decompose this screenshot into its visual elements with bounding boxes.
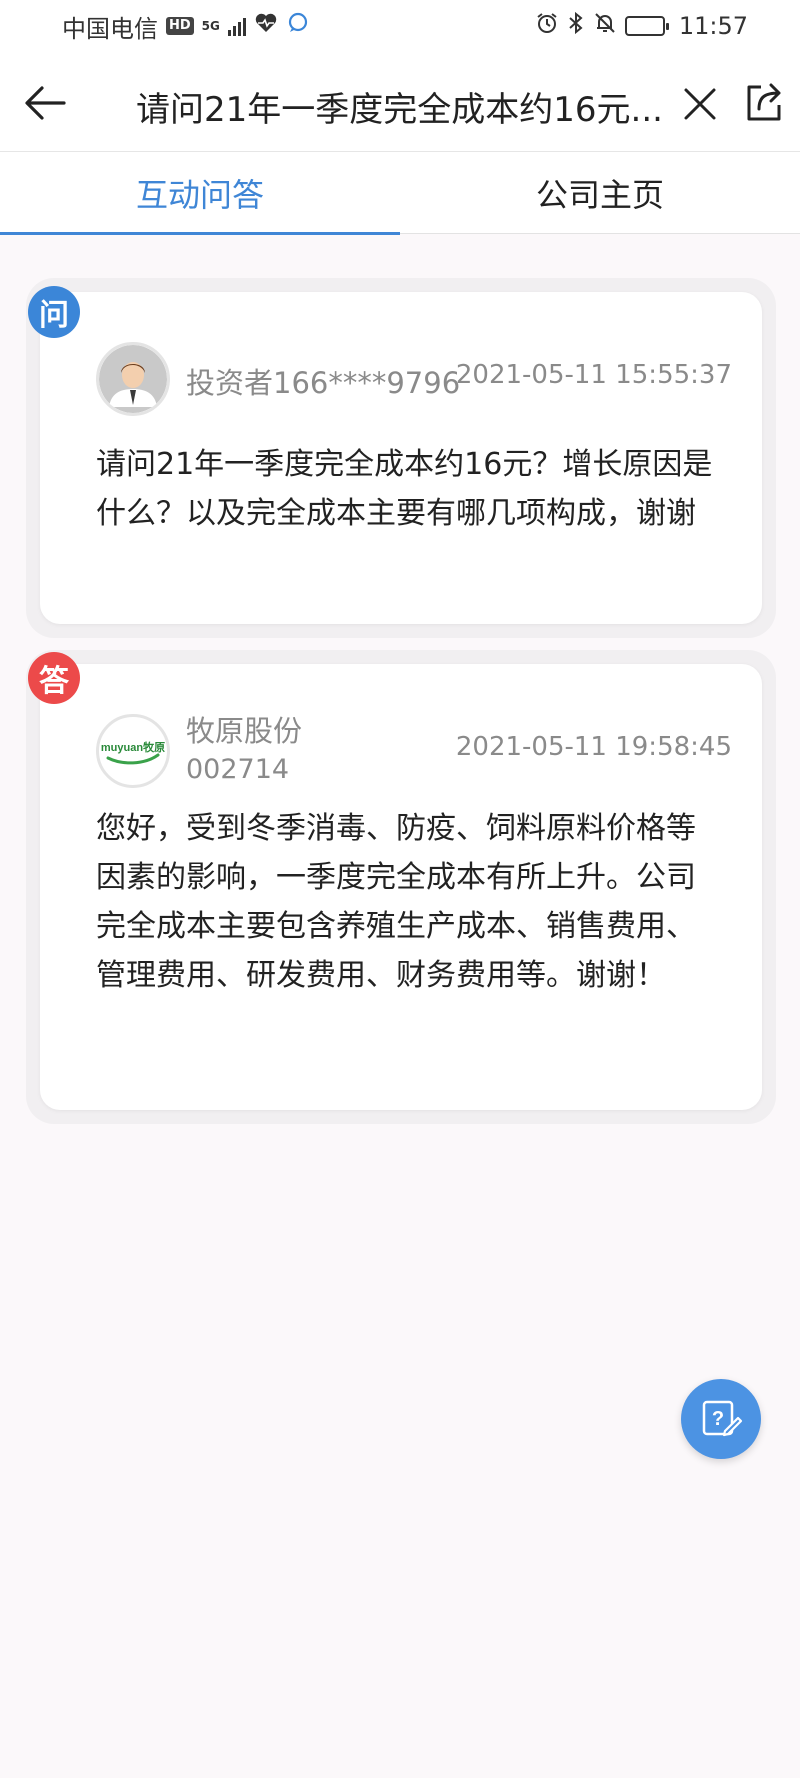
mute-bell-icon xyxy=(593,11,617,41)
question-text: 请问21年一季度完全成本约16元？增长原因是什么？以及完全成本主要有哪几项构成，… xyxy=(96,447,713,531)
edit-question-icon: ? xyxy=(702,1400,743,1437)
carrier-label: 中国电信 xyxy=(62,14,158,43)
company-logo: muyuan牧原 xyxy=(96,714,170,788)
svg-text:?: ? xyxy=(712,1408,724,1430)
status-right: 11:57 xyxy=(535,11,748,41)
svg-text:muyuan牧原: muyuan牧原 xyxy=(101,740,165,754)
tab-company-home[interactable]: 公司主页 xyxy=(400,152,800,234)
hd-icon: HD xyxy=(166,17,194,35)
answer-timestamp: 2021-05-11 19:58:45 xyxy=(455,732,732,762)
question-timestamp: 2021-05-11 15:55:37 xyxy=(455,360,732,390)
muyuan-logo-icon: muyuan牧原 xyxy=(101,740,165,765)
question-badge: 问 xyxy=(28,286,80,338)
close-icon xyxy=(684,88,716,120)
stock-code: 002714 xyxy=(186,754,290,785)
answer-text: 您好，受到冬季消毒、防疫、饲料原料价格等因素的影响，一季度完全成本有所上升。公司… xyxy=(96,811,696,993)
answer-badge: 答 xyxy=(28,652,80,704)
alarm-icon xyxy=(535,11,559,41)
chat-bubble-icon xyxy=(286,12,310,40)
tab-qa[interactable]: 互动问答 xyxy=(0,152,400,235)
bluetooth-icon xyxy=(567,11,585,41)
answer-card-wrapper: muyuan牧原 牧原股份 002714 2021-05-11 19:58:45… xyxy=(26,650,776,1124)
back-button[interactable] xyxy=(20,80,70,126)
company-name: 牧原股份 xyxy=(186,714,303,748)
heart-rate-icon xyxy=(254,12,278,40)
status-left: 中国电信 HD 5G xyxy=(62,9,310,44)
page-title: 请问21年一季度完全成本约16元... xyxy=(136,90,663,130)
question-card: 投资者166****9796 2021-05-11 15:55:37 请问21年… xyxy=(40,292,762,624)
share-icon xyxy=(747,83,781,121)
tab-bar: 互动问答 公司主页 xyxy=(0,152,800,235)
top-app-bar: 请问21年一季度完全成本约16元... xyxy=(0,52,800,152)
close-button[interactable] xyxy=(678,82,722,126)
battery-icon xyxy=(624,16,669,36)
question-card-wrapper: 投资者166****9796 2021-05-11 15:55:37 请问21年… xyxy=(26,278,776,638)
status-time: 11:57 xyxy=(678,12,748,40)
network-type-label: 5G xyxy=(201,19,220,33)
status-bar: 中国电信 HD 5G 11:57 xyxy=(0,0,800,52)
questioner-name: 投资者166****9796 xyxy=(186,366,461,400)
signal-icon xyxy=(227,16,246,36)
user-avatar-icon xyxy=(99,345,167,413)
avatar xyxy=(96,342,170,416)
answer-card: muyuan牧原 牧原股份 002714 2021-05-11 19:58:45… xyxy=(40,664,762,1110)
share-button[interactable] xyxy=(740,78,788,126)
arrow-left-icon xyxy=(25,86,66,120)
ask-question-button[interactable]: ? xyxy=(681,1379,761,1459)
